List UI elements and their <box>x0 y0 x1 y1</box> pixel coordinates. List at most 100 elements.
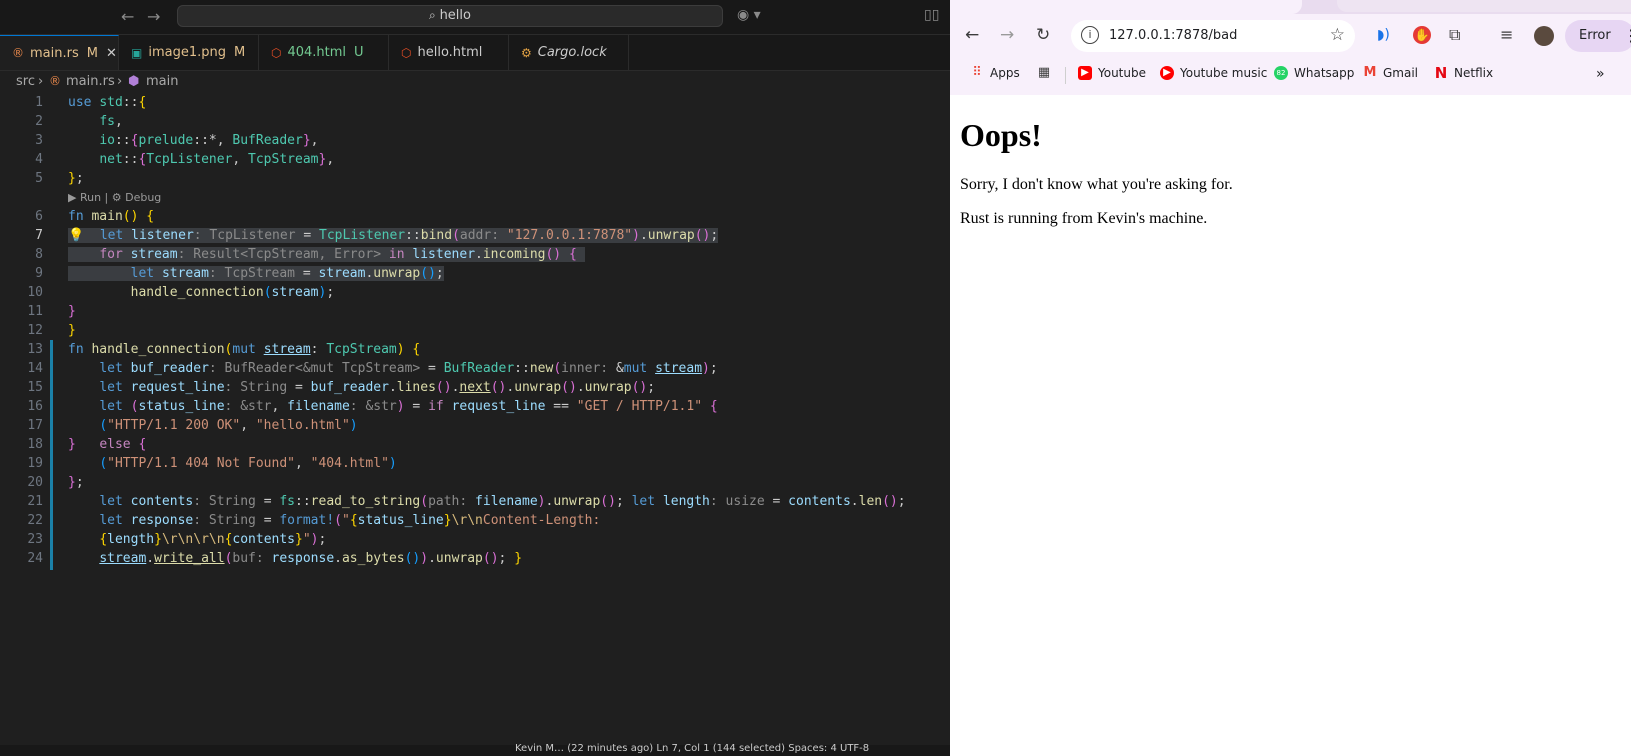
code-line: 22 let response: String = format!("{stat… <box>0 511 950 530</box>
line-number: 19 <box>27 456 43 471</box>
address-bar[interactable]: i 127.0.0.1:7878/bad ☆ <box>1071 20 1355 52</box>
whatsapp-icon: 82 <box>1274 66 1288 80</box>
apps-grid-icon: ⠿ <box>972 65 982 80</box>
code-text: let buf_reader: BufReader<&mut TcpStream… <box>99 361 718 376</box>
browser-tab-active[interactable] <box>950 0 1302 14</box>
bookmark-label: Gmail <box>1383 66 1419 80</box>
search-text: hello <box>439 8 471 23</box>
bookmark-netflix[interactable]: N Netflix <box>1434 64 1494 82</box>
code-text: {length}\r\n\r\n{contents}"); <box>99 532 327 547</box>
code-text: } else { <box>68 437 147 452</box>
code-text: handle_connection(stream); <box>130 285 335 300</box>
line-number: 20 <box>27 475 43 490</box>
netflix-icon: N <box>1434 64 1448 82</box>
code-line: 21 let contents: String = fs::read_to_st… <box>0 492 950 511</box>
code-line: 9 let stream: TcpStream = stream.unwrap(… <box>0 264 950 283</box>
function-symbol-icon: ⬢ <box>128 74 140 89</box>
bookmark-label: Apps <box>990 66 1020 80</box>
bookmark-label: Netflix <box>1454 66 1494 80</box>
code-text: net::{TcpListener, TcpStream}, <box>99 152 335 167</box>
bookmark-label: Youtube <box>1098 66 1146 80</box>
forward-arrow-icon[interactable]: → <box>1000 25 1014 45</box>
code-line: 11} <box>0 302 950 321</box>
line-number: 15 <box>27 380 43 395</box>
git-status-badge: M <box>233 45 246 60</box>
browser-window: ← → ↻ i 127.0.0.1:7878/bad ☆ ◗) ✋ ⧉ ≡ Er… <box>950 0 1631 756</box>
extension-adblock-icon[interactable]: ✋ <box>1413 26 1431 44</box>
copilot-icon[interactable]: ◉ ▾ <box>737 7 761 23</box>
layout-toggle-icon[interactable]: ▯▯ <box>924 7 939 23</box>
line-number: 13 <box>27 342 43 357</box>
bookmark-apps[interactable]: ⠿ Apps <box>970 65 1020 81</box>
code-text: fn handle_connection(mut stream: TcpStre… <box>68 342 421 357</box>
bookmark-gmail[interactable]: M Gmail <box>1363 65 1419 81</box>
bookmark-tab-groups[interactable]: ▦ <box>1037 66 1057 80</box>
more-menu-icon[interactable]: ⋮ <box>1623 26 1631 45</box>
bookmark-youtube-music[interactable]: ▶ Youtube music <box>1160 66 1267 80</box>
breadcrumb-folder[interactable]: src <box>16 74 35 89</box>
code-text: fn main() { <box>68 209 155 224</box>
line-number: 23 <box>27 532 43 547</box>
page-paragraph: Sorry, I don't know what you're asking f… <box>960 176 1233 193</box>
breadcrumb-symbol[interactable]: main <box>146 74 178 89</box>
profile-avatar[interactable] <box>1534 26 1554 46</box>
reload-icon[interactable]: ↻ <box>1036 25 1050 45</box>
chevron-right-icon: › <box>117 74 123 89</box>
line-number: 22 <box>27 513 43 528</box>
code-text: let request_line: String = buf_reader.li… <box>99 380 656 395</box>
tab-main-rs[interactable]: ® main.rs M ✕ <box>0 35 119 70</box>
line-number: 2 <box>35 114 43 129</box>
url-text[interactable]: 127.0.0.1:7878/bad <box>1109 28 1237 43</box>
code-text: stream.write_all(buf: response.as_bytes(… <box>99 551 523 566</box>
title-bar: ← → ⌕ hello ◉ ▾ ▯▯ <box>0 0 950 35</box>
line-number: 1 <box>35 95 43 110</box>
breadcrumb-file[interactable]: main.rs <box>66 74 115 89</box>
line-number: 17 <box>27 418 43 433</box>
breadcrumb: src › ® main.rs › ⬢ main <box>0 71 950 93</box>
line-number: 4 <box>35 152 43 167</box>
extensions-puzzle-icon[interactable]: ⧉ <box>1449 25 1460 45</box>
bookmark-star-icon[interactable]: ☆ <box>1330 25 1345 45</box>
html-file-icon: ⬡ <box>401 45 412 60</box>
gmail-icon: M <box>1363 65 1377 80</box>
code-text: ("HTTP/1.1 404 Not Found", "404.html") <box>99 456 397 471</box>
line-number: 6 <box>35 209 43 224</box>
line-number: 3 <box>35 133 43 148</box>
tab-hello-html[interactable]: ⬡ hello.html <box>389 35 509 70</box>
browser-tab-inactive[interactable] <box>1337 0 1631 12</box>
codelens-line: ▶ Run | ⚙ Debug <box>0 188 950 207</box>
line-number: 10 <box>27 285 43 300</box>
extension-audio-icon[interactable]: ◗) <box>1377 27 1390 43</box>
tab-groups-icon: ▦ <box>1037 65 1051 80</box>
bookmarks-overflow-icon[interactable]: » <box>1596 66 1605 82</box>
tab-image1-png[interactable]: ▣ image1.png M <box>119 35 259 70</box>
back-arrow-icon[interactable]: ← <box>965 25 979 45</box>
command-center-search[interactable]: ⌕ hello <box>177 5 723 27</box>
code-line: 4 net::{TcpListener, TcpStream}, <box>0 150 950 169</box>
code-line: 10 handle_connection(stream); <box>0 283 950 302</box>
tab-404-html[interactable]: ⬡ 404.html U <box>259 35 389 70</box>
line-number: 5 <box>35 171 43 186</box>
vscode-window: ← → ⌕ hello ◉ ▾ ▯▯ ® main.rs M ✕ ▣ image… <box>0 0 950 756</box>
error-button[interactable]: Error ⋮ <box>1565 20 1631 52</box>
status-bar-text[interactable]: Kevin M… (22 minutes ago) Ln 7, Col 1 (1… <box>515 743 869 754</box>
git-status-badge: M <box>86 45 98 61</box>
rust-file-icon: ® <box>49 74 61 88</box>
code-line: 18} else { <box>0 435 950 454</box>
line-number: 8 <box>35 247 43 262</box>
rust-file-icon: ® <box>12 46 24 60</box>
line-number: 12 <box>27 323 43 338</box>
line-number: 21 <box>27 494 43 509</box>
close-icon[interactable]: ✕ <box>106 46 117 61</box>
codelens-run-debug[interactable]: ▶ Run | ⚙ Debug <box>68 188 161 207</box>
site-info-icon[interactable]: i <box>1081 26 1099 44</box>
code-text: ("HTTP/1.1 200 OK", "hello.html") <box>99 418 358 433</box>
tab-cargo-lock[interactable]: ⚙ Cargo.lock <box>509 35 629 70</box>
bookmark-whatsapp[interactable]: 82 Whatsapp <box>1274 66 1354 80</box>
forward-arrow-icon[interactable]: → <box>147 7 160 27</box>
media-control-icon[interactable]: ≡ <box>1500 25 1513 44</box>
bookmark-youtube[interactable]: ▶ Youtube <box>1078 66 1146 80</box>
code-text: }; <box>68 171 84 186</box>
error-label: Error <box>1579 28 1611 43</box>
back-arrow-icon[interactable]: ← <box>121 7 134 27</box>
